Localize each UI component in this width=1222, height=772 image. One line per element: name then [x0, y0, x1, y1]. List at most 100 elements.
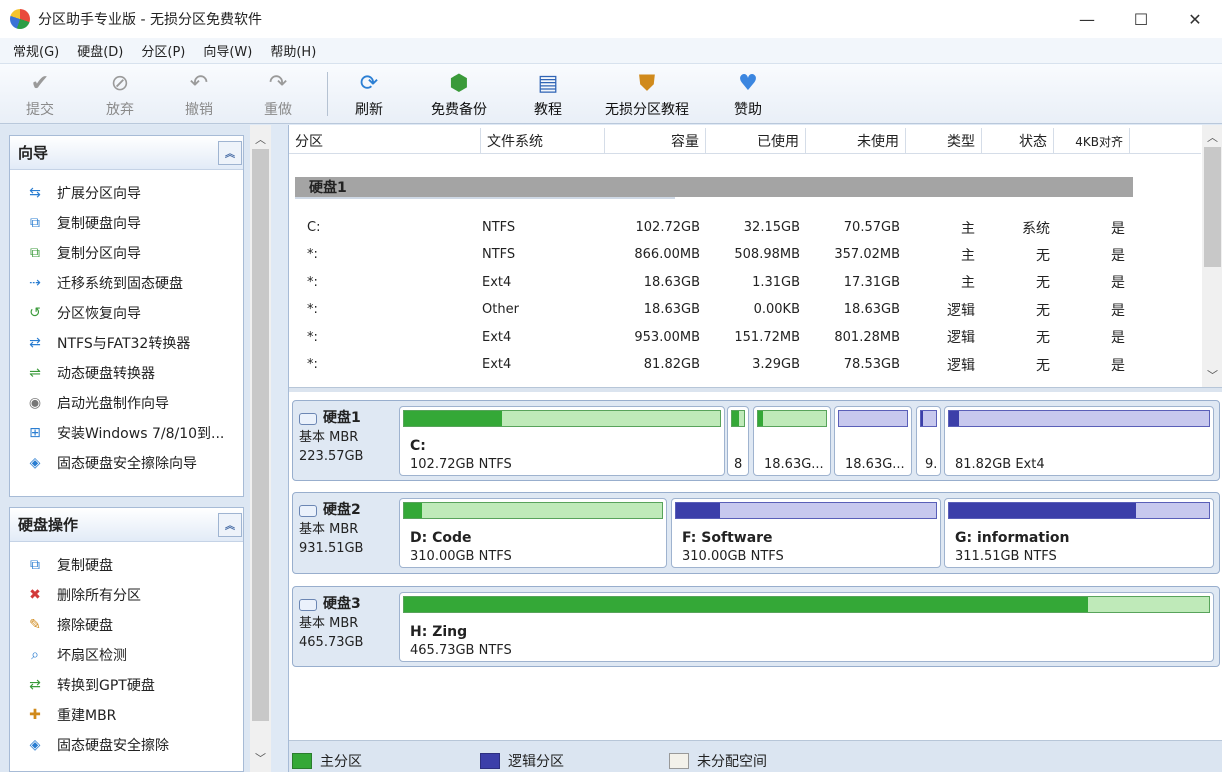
discard-label: 放弃	[106, 102, 134, 118]
apply-button[interactable]: ✔ 提交	[26, 70, 54, 119]
wipe-icon: ✎	[29, 617, 41, 633]
scroll-up-icon[interactable]: ︿	[1202, 129, 1222, 145]
menu-general[interactable]: 常规(G)	[4, 41, 68, 60]
wizard-migrate-os[interactable]: ⇢ 迁移系统到固态硬盘	[10, 268, 243, 298]
wizard-dynamic-disk[interactable]: ⇌ 动态硬盘转换器	[10, 358, 243, 388]
table-row[interactable]: *: Ext4 18.63GB 1.31GB 17.31GB 主 无 是	[289, 269, 1201, 296]
wizard-install-windows[interactable]: ⊞ 安装Windows 7/8/10到...	[10, 418, 243, 448]
legend-logical: 逻辑分区	[480, 751, 564, 771]
primary-swatch	[292, 753, 312, 769]
redo-button[interactable]: ↷ 重做	[264, 70, 292, 119]
cell-4k-align: 是	[1111, 357, 1125, 374]
partition-info: 310.00GB NTFS	[410, 549, 512, 564]
usage-fill	[732, 411, 740, 426]
tutorial-button[interactable]: ▤ 教程	[534, 70, 562, 119]
table-row[interactable]: C: NTFS 102.72GB 32.15GB 70.57GB 主 系统 是	[289, 214, 1201, 241]
op-bad-sector[interactable]: ⌕ 坏扇区检测	[10, 640, 243, 670]
op-convert-gpt[interactable]: ⇄ 转换到GPT硬盘	[10, 670, 243, 700]
col-status[interactable]: 状态	[982, 128, 1054, 154]
op-ssd-erase[interactable]: ◈ 固态硬盘安全擦除	[10, 730, 243, 760]
wizard-copy-disk[interactable]: ⧉ 复制硬盘向导	[10, 208, 243, 238]
col-type[interactable]: 类型	[906, 128, 982, 154]
wizard-boot-disc[interactable]: ◉ 启动光盘制作向导	[10, 388, 243, 418]
wizard-collapse-button[interactable]: ︽	[218, 140, 242, 165]
partition-block[interactable]: 18.63G...	[834, 406, 912, 476]
disk-row-2[interactable]: 硬盘2 基本 MBR 931.51GB D: Code 310.00GB NTFS…	[292, 492, 1220, 574]
disk-name: 硬盘3	[323, 596, 361, 612]
wizard-copy-partition[interactable]: ⧉ 复制分区向导	[10, 238, 243, 268]
sidebar-scrollbar[interactable]: ︿ ﹀	[250, 125, 271, 772]
menu-help[interactable]: 帮助(H)	[261, 41, 325, 60]
partition-block[interactable]: C: 102.72GB NTFS	[399, 406, 725, 476]
convert-gpt-icon: ⇄	[29, 677, 41, 693]
wizard-ssd-erase[interactable]: ◈ 固态硬盘安全擦除向导	[10, 448, 243, 478]
op-wipe-disk[interactable]: ✎ 擦除硬盘	[10, 610, 243, 640]
scroll-down-icon[interactable]: ﹀	[1202, 367, 1222, 383]
table-disk-group[interactable]: 硬盘1	[295, 177, 1133, 197]
sponsor-button[interactable]: ♥ 赞助	[734, 70, 762, 119]
table-scrollbar[interactable]: ︿ ﹀	[1202, 125, 1222, 387]
partition-block[interactable]: 8	[727, 406, 749, 476]
col-partition[interactable]: 分区	[289, 128, 481, 154]
copy-disk-icon: ⧉	[30, 215, 40, 231]
wizard-extend-partition[interactable]: ⇆ 扩展分区向导	[10, 178, 243, 208]
op-item-label: 转换到GPT硬盘	[57, 678, 155, 694]
legend-bar: 主分区 逻辑分区 未分配空间	[289, 740, 1222, 772]
rebuild-icon: ✚	[29, 707, 41, 723]
partition-block[interactable]: 18.63G...	[753, 406, 831, 476]
tutorial-icon: ▤	[537, 70, 559, 96]
heart-icon: ♥	[738, 70, 758, 96]
cell-used: 3.29GB	[752, 357, 800, 372]
shield-icon: ⛊	[638, 70, 656, 96]
sidebar-scroll-thumb[interactable]	[252, 149, 269, 721]
partition-block[interactable]: H: Zing 465.73GB NTFS	[399, 592, 1214, 662]
menu-wizard[interactable]: 向导(W)	[194, 41, 261, 60]
partition-info: 18.63G...	[764, 457, 824, 472]
cell-capacity: 18.63GB	[643, 274, 700, 290]
partition-block[interactable]: G: information 311.51GB NTFS	[944, 498, 1214, 568]
op-delete-all[interactable]: ✖ 删除所有分区	[10, 580, 243, 610]
disk-ops-collapse-button[interactable]: ︽	[218, 512, 242, 537]
partition-block[interactable]: 9.	[916, 406, 941, 476]
table-row[interactable]: *: Ext4 81.82GB 3.29GB 78.53GB 逻辑 无 是	[289, 351, 1201, 378]
discard-button[interactable]: ⊘ 放弃	[106, 70, 134, 119]
delete-icon: ✖	[29, 587, 41, 603]
partition-block[interactable]: 81.82GB Ext4	[944, 406, 1214, 476]
refresh-button[interactable]: ⟳ 刷新	[355, 70, 383, 119]
wizard-partition-recovery[interactable]: ↺ 分区恢复向导	[10, 298, 243, 328]
title-bar: 分区助手专业版 - 无损分区免费软件 — ☐ ✕	[0, 0, 1222, 38]
table-row[interactable]: *: NTFS 866.00MB 508.98MB 357.02MB 主 无 是	[289, 241, 1201, 268]
table-row[interactable]: *: Ext4 953.00MB 151.72MB 801.28MB 逻辑 无 是	[289, 324, 1201, 351]
col-4k-align[interactable]: 4KB对齐	[1054, 128, 1130, 154]
col-used[interactable]: 已使用	[706, 128, 806, 154]
op-copy-disk[interactable]: ⧉ 复制硬盘	[10, 550, 243, 580]
disk-size: 931.51GB	[299, 541, 364, 556]
col-unused[interactable]: 未使用	[806, 128, 906, 154]
col-capacity[interactable]: 容量	[605, 128, 706, 154]
maximize-button[interactable]: ☐	[1114, 0, 1168, 38]
menu-disk[interactable]: 硬盘(D)	[68, 41, 132, 60]
col-filesystem[interactable]: 文件系统	[481, 128, 605, 154]
cell-partition: *:	[307, 329, 318, 345]
op-rebuild-mbr[interactable]: ✚ 重建MBR	[10, 700, 243, 730]
partition-label: C:	[410, 438, 426, 454]
table-scroll-thumb[interactable]	[1204, 147, 1221, 267]
minimize-button[interactable]: —	[1060, 0, 1114, 38]
menu-partition[interactable]: 分区(P)	[132, 41, 194, 60]
disk-row-1[interactable]: 硬盘1 基本 MBR 223.57GB C: 102.72GB NTFS 8 18…	[292, 400, 1220, 481]
cell-filesystem: Ext4	[482, 274, 512, 290]
partition-block[interactable]: D: Code 310.00GB NTFS	[399, 498, 667, 568]
partition-tutorial-button[interactable]: ⛊ 无损分区教程	[605, 70, 689, 119]
disk-row-3[interactable]: 硬盘3 基本 MBR 465.73GB H: Zing 465.73GB NTFS	[292, 586, 1220, 667]
scroll-down-icon[interactable]: ﹀	[250, 750, 271, 766]
close-button[interactable]: ✕	[1168, 0, 1222, 38]
table-row[interactable]: *: Other 18.63GB 0.00KB 18.63GB 逻辑 无 是	[289, 296, 1201, 323]
backup-button[interactable]: ⬢ 免费备份	[431, 70, 487, 119]
redo-label: 重做	[264, 102, 292, 118]
partition-block[interactable]: F: Software 310.00GB NTFS	[671, 498, 941, 568]
usage-fill	[921, 411, 924, 426]
usage-fill	[404, 597, 1089, 612]
undo-button[interactable]: ↶ 撤销	[185, 70, 213, 119]
scroll-up-icon[interactable]: ︿	[250, 131, 271, 147]
wizard-ntfs-fat32[interactable]: ⇄ NTFS与FAT32转换器	[10, 328, 243, 358]
